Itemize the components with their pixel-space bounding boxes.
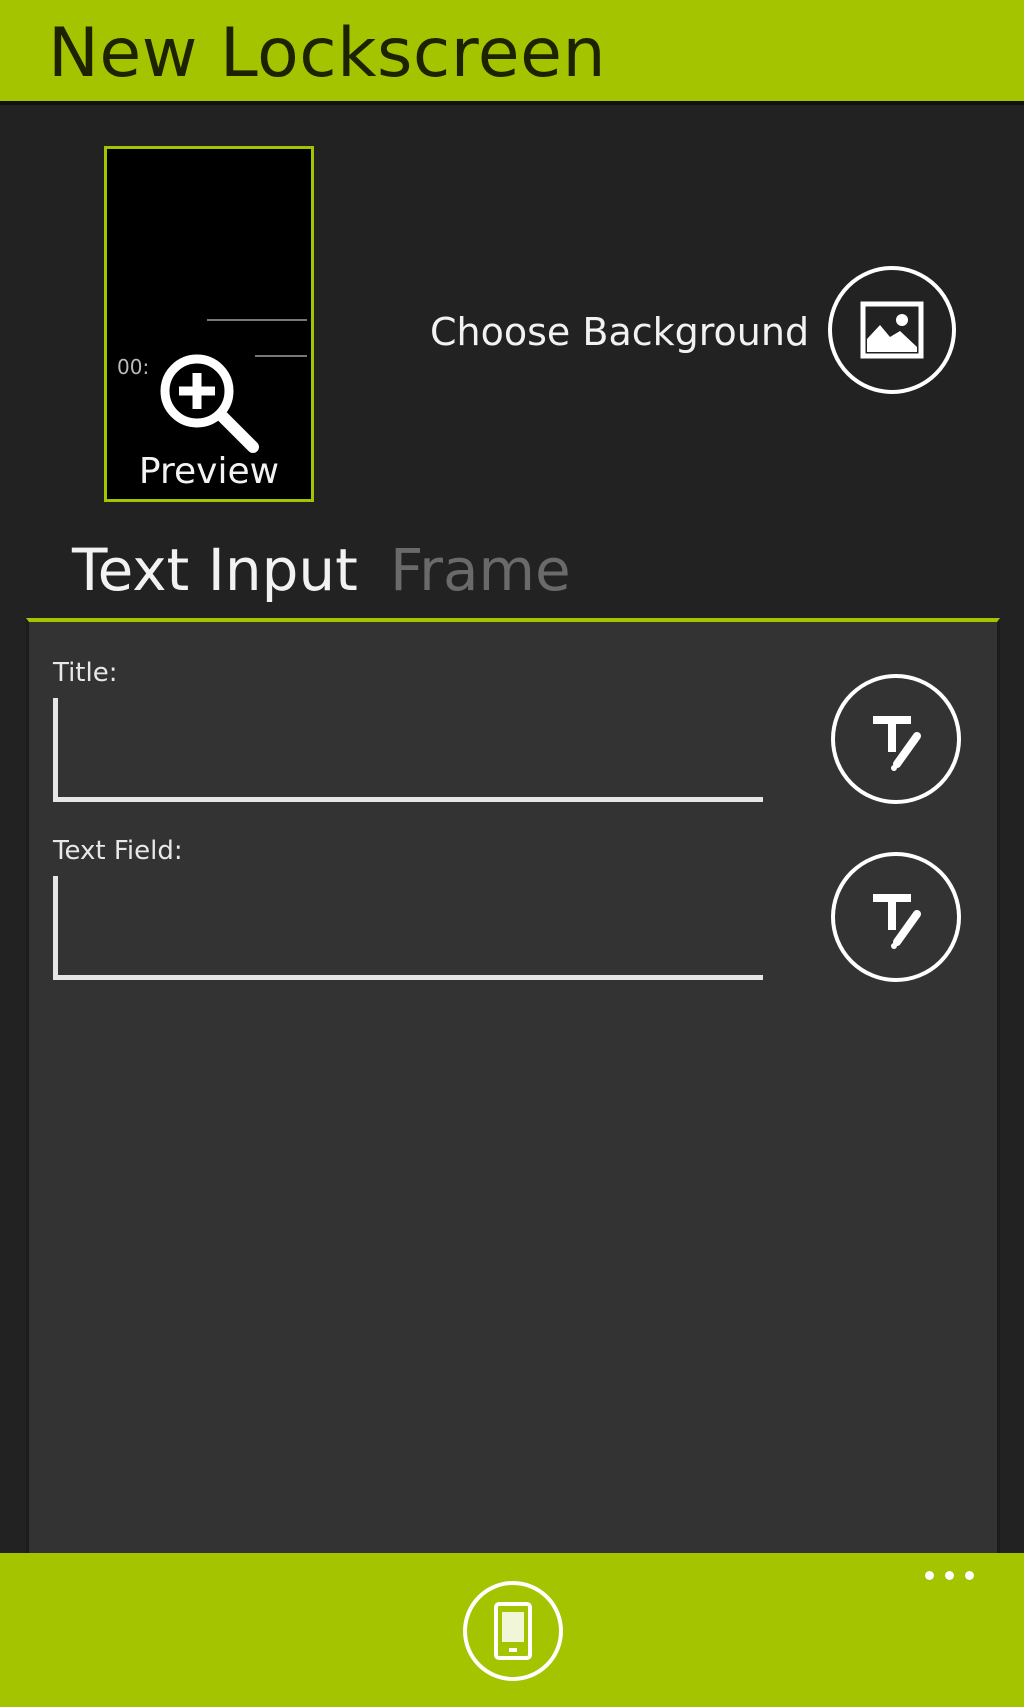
zoom-in-icon	[160, 354, 259, 453]
text-edit-icon	[873, 716, 921, 771]
header-bar: New Lockscreen	[0, 0, 1024, 105]
title-label: Title:	[53, 658, 118, 688]
title-text-style-button[interactable]	[831, 674, 961, 804]
preview-thumbnail[interactable]: 00: Preview	[104, 146, 314, 502]
page-title: New Lockscreen	[48, 14, 607, 93]
text-input-panel: Title: Text Field:	[26, 618, 1000, 1707]
ellipsis-icon[interactable]	[925, 1571, 974, 1580]
phone-icon	[494, 1602, 532, 1660]
choose-background-label[interactable]: Choose Background	[430, 310, 809, 354]
preview-time: 00:	[117, 355, 150, 379]
text-field-input[interactable]	[53, 876, 763, 980]
choose-background-button[interactable]	[828, 266, 956, 394]
text-field-style-button[interactable]	[831, 852, 961, 982]
tab-text-input[interactable]: Text Input	[72, 536, 358, 604]
tab-frame[interactable]: Frame	[390, 536, 571, 604]
preview-text-line	[207, 319, 307, 321]
title-input[interactable]	[53, 698, 763, 802]
text-edit-icon	[873, 894, 921, 949]
preview-label: Preview	[138, 451, 280, 492]
set-lockscreen-button[interactable]	[463, 1581, 563, 1681]
app-bar	[0, 1553, 1024, 1707]
text-field-label: Text Field:	[53, 836, 183, 866]
picture-icon	[860, 301, 924, 359]
